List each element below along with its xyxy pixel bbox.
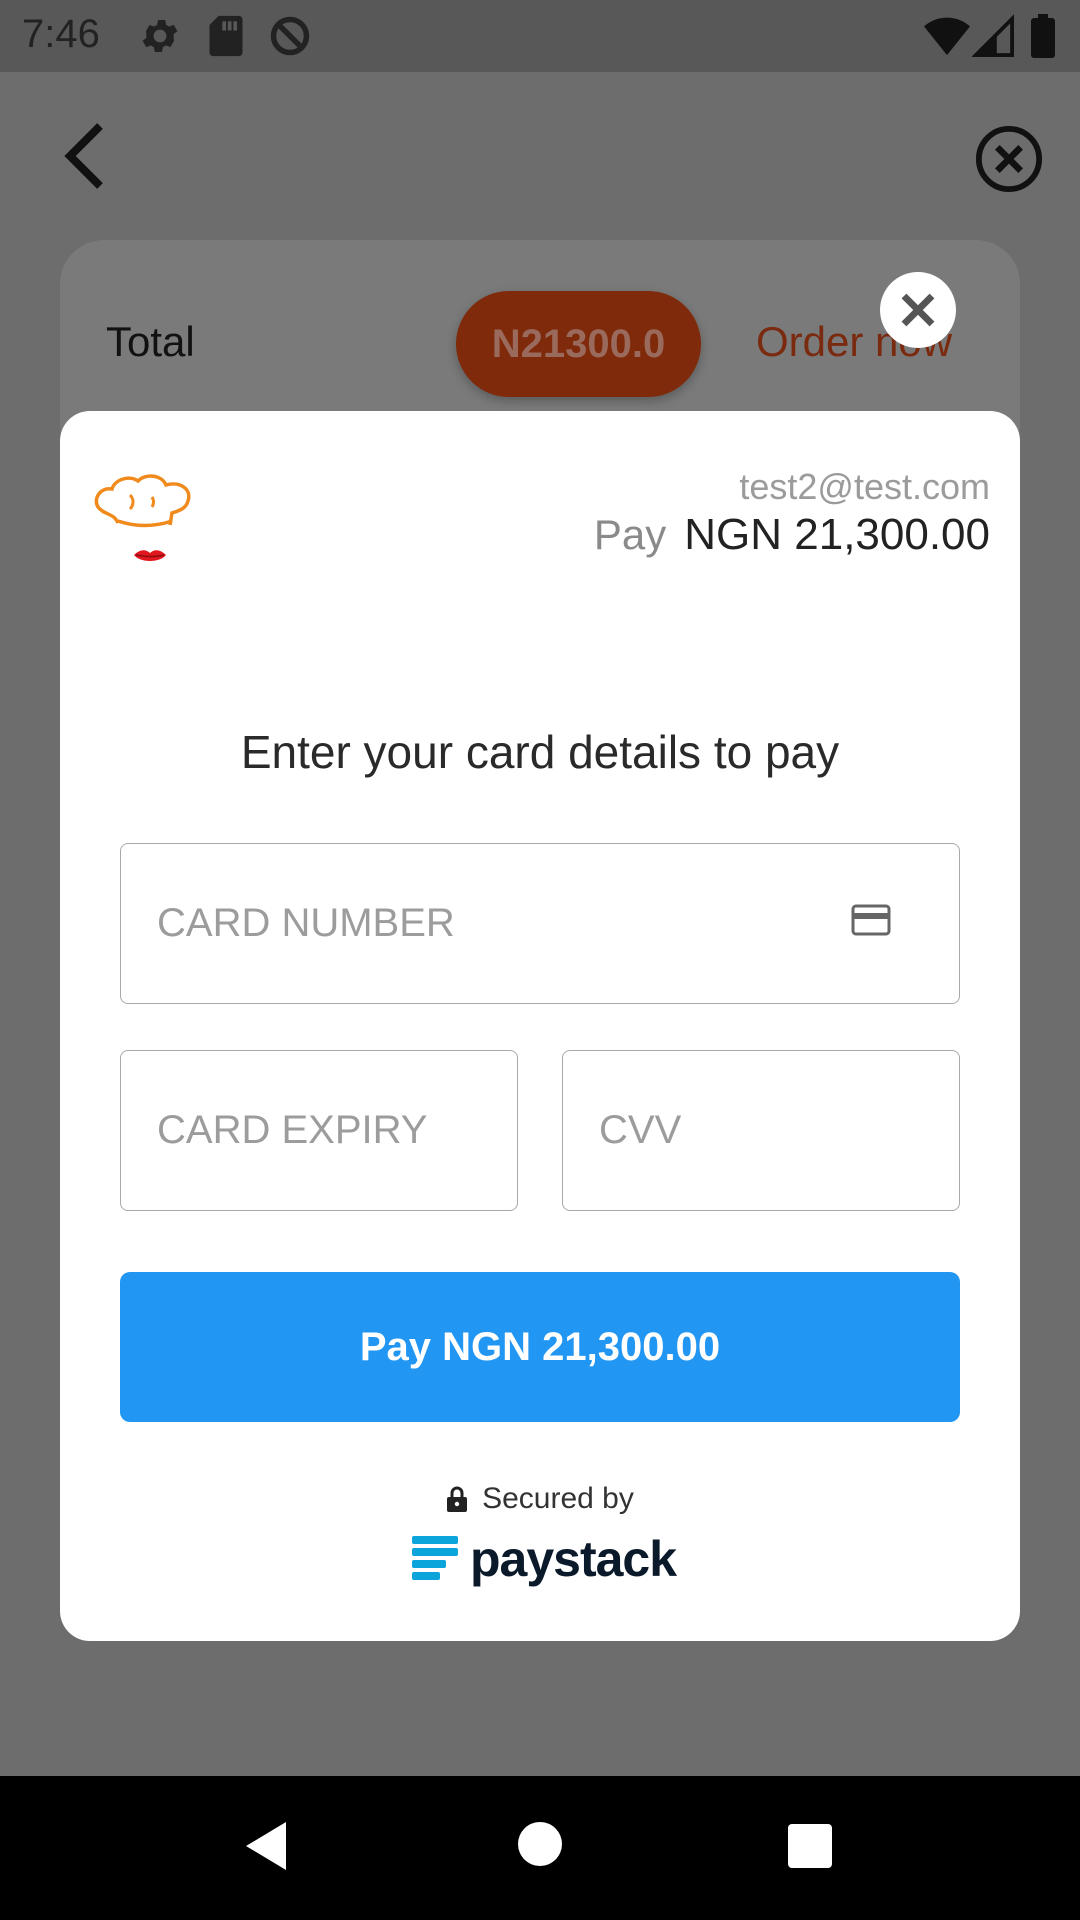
total-label: Total (106, 318, 195, 365)
secured-by-row: Secured by (0, 1482, 1080, 1516)
wifi-icon (924, 17, 970, 56)
pay-amount: NGN 21,300.00 (684, 510, 990, 559)
pay-button[interactable]: Pay NGN 21,300.00 (120, 1272, 960, 1422)
credit-card-icon (851, 904, 891, 936)
cvv-field[interactable] (562, 1050, 960, 1211)
customer-email: test2@test.com (739, 466, 990, 507)
status-time: 7:46 (22, 12, 100, 56)
card-expiry-input[interactable] (121, 1051, 517, 1210)
close-icon (901, 293, 935, 327)
close-circle-icon[interactable] (974, 124, 1044, 194)
data-saver-icon (270, 16, 310, 56)
battery-icon (1031, 14, 1055, 58)
nav-recents-icon[interactable] (786, 1822, 834, 1870)
navigation-bar (0, 1776, 1080, 1920)
modal-close-button[interactable] (880, 272, 956, 348)
lock-icon (447, 1486, 468, 1512)
arrow-back-icon[interactable] (56, 120, 116, 192)
card-number-input[interactable] (121, 844, 959, 1003)
cell-signal-icon (972, 14, 1014, 57)
sd-card-icon (209, 15, 243, 57)
merchant-logo (94, 474, 191, 561)
cvv-input[interactable] (563, 1051, 959, 1210)
secured-by-label: Secured by (482, 1482, 634, 1515)
paystack-wordmark: paystack (470, 1531, 677, 1587)
pay-summary: Pay NGN 21,300.00 (594, 510, 990, 560)
card-expiry-field[interactable] (120, 1050, 518, 1211)
paystack-mark-icon (412, 1536, 458, 1580)
status-bar: 7:46 (0, 0, 1080, 72)
pay-label: Pay (593, 511, 667, 558)
settings-icon (142, 20, 178, 52)
card-details-heading: Enter your card details to pay (240, 726, 840, 778)
paystack-logo: paystack (410, 1530, 677, 1588)
nav-home-icon[interactable] (516, 1820, 564, 1868)
total-amount-badge: N21300.0 (456, 291, 701, 397)
nav-back-icon[interactable] (242, 1820, 290, 1872)
card-number-field[interactable] (120, 843, 960, 1004)
payment-modal (60, 411, 1020, 1641)
